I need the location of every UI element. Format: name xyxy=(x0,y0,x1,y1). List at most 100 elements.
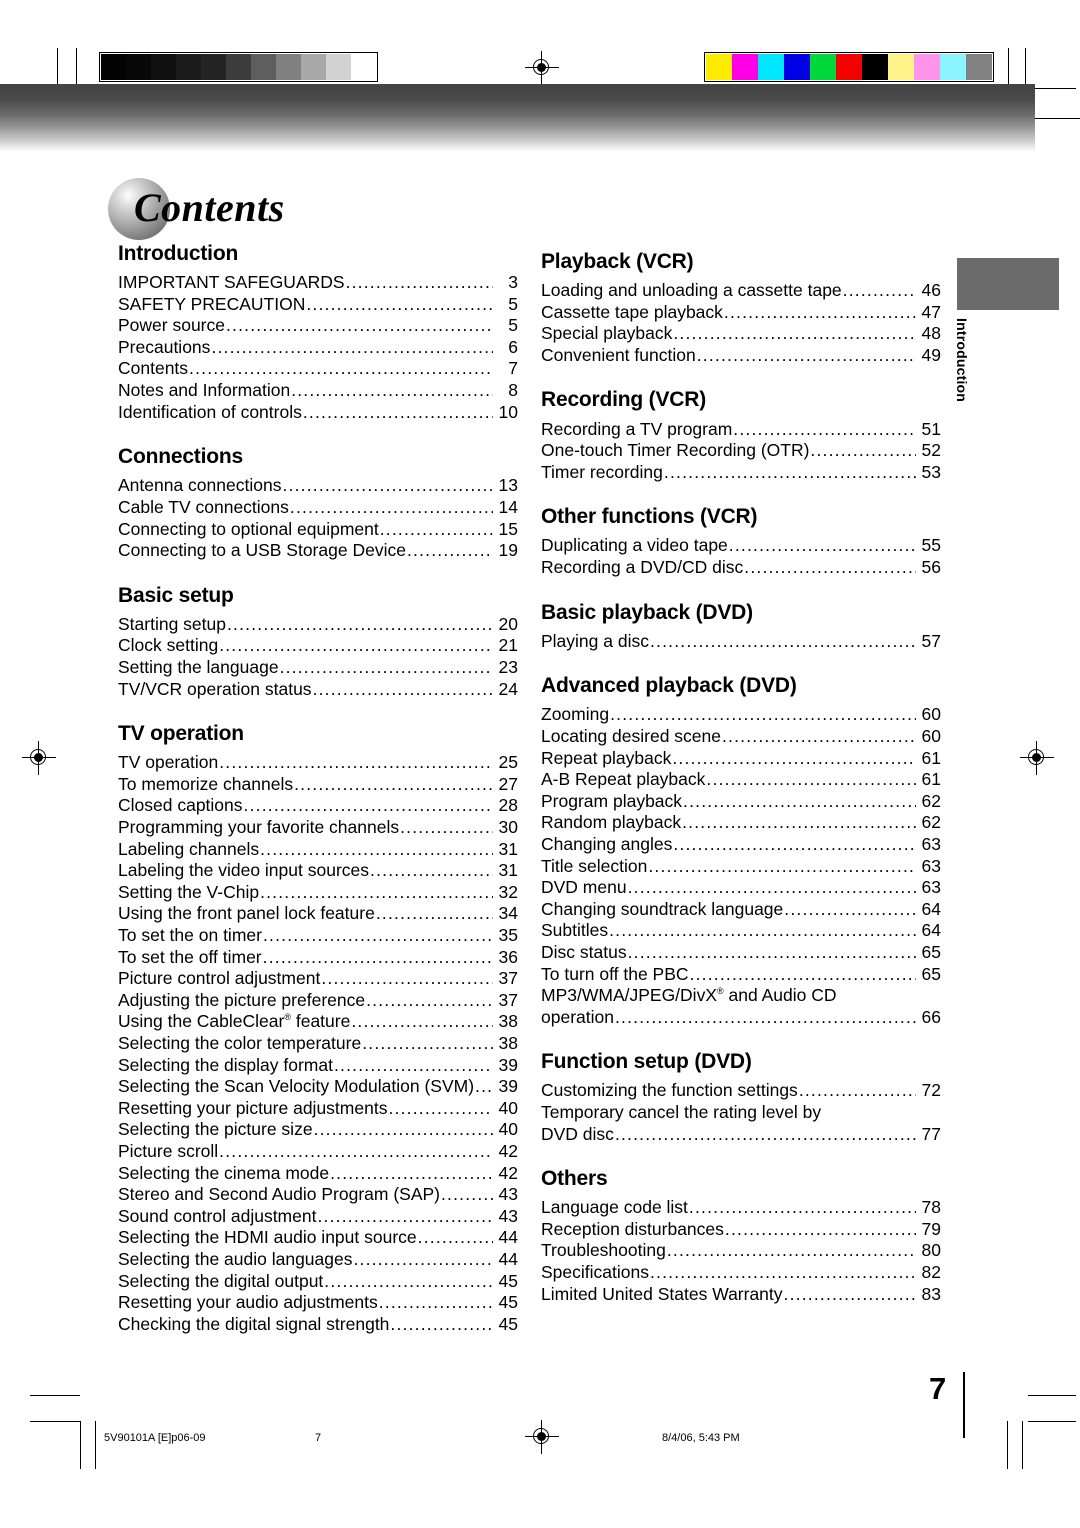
toc-entry[interactable]: Selecting the display format............… xyxy=(118,1055,518,1077)
toc-entry[interactable]: Selecting the audio languages...........… xyxy=(118,1249,518,1271)
toc-entry-page: 37 xyxy=(498,989,518,1010)
folio-page-number: 7 xyxy=(929,1371,947,1406)
toc-entry[interactable]: MP3/WMA/JPEG/DivX® and Audio CD.........… xyxy=(541,985,941,1007)
toc-entry[interactable]: To set the off timer....................… xyxy=(118,947,518,969)
toc-entry[interactable]: Title selection.........................… xyxy=(541,856,941,878)
toc-entry[interactable]: Selecting the cinema mode...............… xyxy=(118,1163,518,1185)
toc-entry-label: To set the off timer xyxy=(118,946,262,967)
toc-entry[interactable]: Customizing the function settings.......… xyxy=(541,1080,941,1102)
toc-entry-page: 83 xyxy=(921,1283,941,1304)
toc-entry-label: Disc status xyxy=(541,941,627,962)
toc-entry[interactable]: Resetting your picture adjustments......… xyxy=(118,1098,518,1120)
toc-leader-dots: ........................................… xyxy=(366,989,493,1010)
toc-entry[interactable]: Labeling channels.......................… xyxy=(118,839,518,861)
toc-entry-label: Antenna connections xyxy=(118,475,282,496)
toc-leader-dots: ........................................… xyxy=(353,1248,494,1269)
toc-entry[interactable]: Program playback........................… xyxy=(541,791,941,813)
toc-entry[interactable]: TV/VCR operation status.................… xyxy=(118,679,518,701)
toc-entry[interactable]: Resetting your audio adjustments........… xyxy=(118,1292,518,1314)
toc-entry[interactable]: Language code list......................… xyxy=(541,1197,941,1219)
toc-entry[interactable]: Repeat playback.........................… xyxy=(541,748,941,770)
toc-entry-label: Selecting the audio languages xyxy=(118,1248,353,1269)
toc-entry[interactable]: Changing soundtrack language............… xyxy=(541,899,941,921)
toc-entry-page: 37 xyxy=(498,968,518,989)
footer-timestamp: 8/4/06, 5:43 PM xyxy=(662,1432,740,1444)
toc-entry[interactable]: Closed captions.........................… xyxy=(118,795,518,817)
toc-entry[interactable]: SAFETY PRECAUTION.......................… xyxy=(118,294,518,316)
toc-entry[interactable]: Clock setting...........................… xyxy=(118,635,518,657)
toc-entry[interactable]: One-touch Timer Recording (OTR).........… xyxy=(541,440,941,462)
toc-entry[interactable]: Disc status.............................… xyxy=(541,942,941,964)
toc-leader-dots: ........................................… xyxy=(321,968,493,989)
toc-entry[interactable]: Stereo and Second Audio Program (SAP)...… xyxy=(118,1184,518,1206)
toc-entry[interactable]: Selecting the color temperature.........… xyxy=(118,1033,518,1055)
toc-entry[interactable]: Temporary cancel the rating level by....… xyxy=(541,1102,941,1124)
toc-entry[interactable]: Setting the language....................… xyxy=(118,657,518,679)
toc-entry[interactable]: Convenient function.....................… xyxy=(541,345,941,367)
toc-entry[interactable]: Special playback........................… xyxy=(541,323,941,345)
toc-entry[interactable]: Power source............................… xyxy=(118,315,518,337)
toc-entry[interactable]: Timer recording.........................… xyxy=(541,462,941,484)
toc-entry[interactable]: Limited United States Warranty..........… xyxy=(541,1284,941,1306)
toc-entry-label: Reception disturbances xyxy=(541,1218,724,1239)
toc-entry-label: TV operation xyxy=(118,752,219,773)
toc-entry-label: Setting the language xyxy=(118,657,279,677)
toc-entry[interactable]: IMPORTANT SAFEGUARDS....................… xyxy=(118,272,518,294)
toc-leader-dots: ........................................… xyxy=(189,358,493,379)
toc-entry[interactable]: operation...............................… xyxy=(541,1007,941,1029)
toc-entry-label: Duplicating a video tape xyxy=(541,535,728,556)
toc-entry[interactable]: Programming your favorite channels......… xyxy=(118,817,518,839)
toc-entry[interactable]: Reception disturbances..................… xyxy=(541,1219,941,1241)
toc-entry[interactable]: Loading and unloading a cassette tape...… xyxy=(541,280,941,302)
toc-entry[interactable]: Recording a DVD/CD disc.................… xyxy=(541,557,941,579)
toc-entry[interactable]: Cassette tape playback..................… xyxy=(541,302,941,324)
toc-entry[interactable]: TV operation............................… xyxy=(118,752,518,774)
toc-entry[interactable]: Random playback.........................… xyxy=(541,812,941,834)
toc-entry[interactable]: Connecting to optional equipment........… xyxy=(118,519,518,541)
toc-entry[interactable]: Zooming.................................… xyxy=(541,704,941,726)
toc-entry-page: 44 xyxy=(498,1227,518,1248)
toc-entry[interactable]: Selecting the picture size..............… xyxy=(118,1119,518,1141)
toc-entry[interactable]: Subtitles...............................… xyxy=(541,920,941,942)
toc-leader-dots: ........................................… xyxy=(614,1006,916,1027)
toc-entry[interactable]: Sound control adjustment................… xyxy=(118,1206,518,1228)
toc-entry[interactable]: Using the front panel lock feature......… xyxy=(118,903,518,925)
toc-entry[interactable]: Duplicating a video tape................… xyxy=(541,535,941,557)
toc-entry[interactable]: Specifications..........................… xyxy=(541,1262,941,1284)
toc-entry[interactable]: DVD menu................................… xyxy=(541,877,941,899)
toc-entry[interactable]: Locating desired scene..................… xyxy=(541,726,941,748)
toc-entry[interactable]: Adjusting the picture preference........… xyxy=(118,990,518,1012)
toc-entry-page: 61 xyxy=(921,747,941,768)
toc-entry[interactable]: Contents................................… xyxy=(118,358,518,380)
toc-entry[interactable]: Selecting the Scan Velocity Modulation (… xyxy=(118,1076,518,1098)
toc-entry[interactable]: Selecting the HDMI audio input source...… xyxy=(118,1227,518,1249)
toc-entry[interactable]: Notes and Information...................… xyxy=(118,380,518,402)
toc-entry[interactable]: Cable TV connections....................… xyxy=(118,497,518,519)
toc-entry[interactable]: DVD disc................................… xyxy=(541,1124,941,1146)
toc-entry[interactable]: Antenna connections.....................… xyxy=(118,475,518,497)
toc-entry[interactable]: A-B Repeat playback.....................… xyxy=(541,769,941,791)
toc-entry[interactable]: Picture control adjustment..............… xyxy=(118,968,518,990)
toc-entry[interactable]: Troubleshooting.........................… xyxy=(541,1240,941,1262)
toc-leader-dots: ........................................… xyxy=(262,946,493,967)
toc-leader-dots: ........................................… xyxy=(673,323,916,344)
toc-entry-label: Limited United States Warranty xyxy=(541,1283,783,1304)
toc-entry[interactable]: To memorize channels....................… xyxy=(118,774,518,796)
toc-entry[interactable]: Using the CableClear® feature...........… xyxy=(118,1011,518,1033)
toc-entry[interactable]: Recording a TV program..................… xyxy=(541,419,941,441)
toc-leader-dots: ........................................… xyxy=(649,1262,916,1283)
toc-entry[interactable]: Selecting the digital output............… xyxy=(118,1271,518,1293)
toc-entry[interactable]: Starting setup..........................… xyxy=(118,614,518,636)
toc-entry[interactable]: To set the on timer.....................… xyxy=(118,925,518,947)
toc-entry[interactable]: Playing a disc..........................… xyxy=(541,631,941,653)
toc-entry[interactable]: Precautions.............................… xyxy=(118,337,518,359)
toc-entry[interactable]: Picture scroll..........................… xyxy=(118,1141,518,1163)
toc-entry[interactable]: Connecting to a USB Storage Device......… xyxy=(118,540,518,562)
toc-entry[interactable]: Setting the V-Chip......................… xyxy=(118,882,518,904)
toc-entry[interactable]: Changing angles.........................… xyxy=(541,834,941,856)
toc-entry[interactable]: To turn off the PBC.....................… xyxy=(541,964,941,986)
toc-entry[interactable]: Labeling the video input sources........… xyxy=(118,860,518,882)
toc-entry[interactable]: Identification of controls..............… xyxy=(118,402,518,424)
toc-leader-dots: ........................................… xyxy=(345,272,493,293)
toc-entry[interactable]: Checking the digital signal strength....… xyxy=(118,1314,518,1336)
